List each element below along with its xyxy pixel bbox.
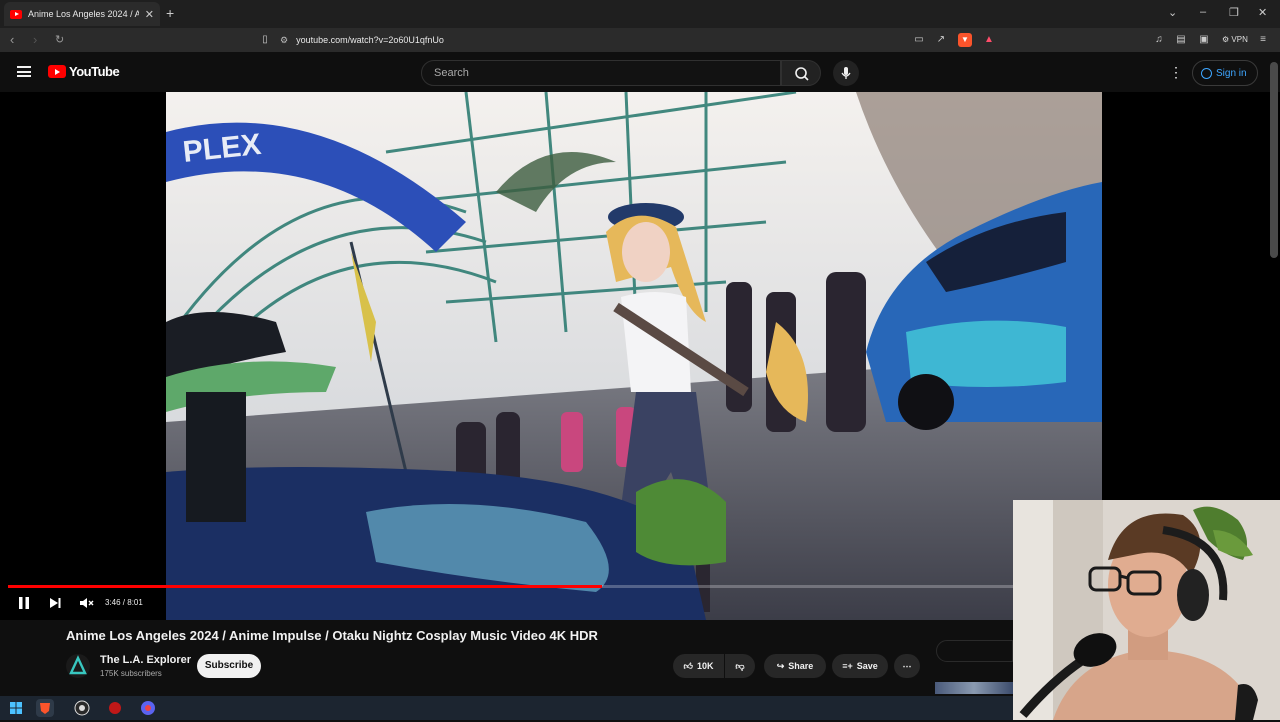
vpn-label: VPN xyxy=(1231,35,1248,44)
related-chip[interactable] xyxy=(936,640,1013,662)
browser-tab-strip: Anime Los Angeles 2024 / Anim ✕ + ⌄ – ❐ … xyxy=(0,0,1280,28)
brave-browser-icon xyxy=(40,703,50,714)
video-title: Anime Los Angeles 2024 / Anime Impulse /… xyxy=(66,628,598,643)
more-actions-button[interactable]: ⋯ xyxy=(894,654,920,678)
pause-icon[interactable] xyxy=(16,595,32,611)
youtube-masthead: YouTube Search ⋮ Sign in xyxy=(0,52,1280,92)
sign-in-label: Sign in xyxy=(1216,67,1247,79)
thumbs-up-icon: 👍︎ xyxy=(683,660,693,671)
person-icon xyxy=(1201,67,1212,79)
share-page-icon[interactable]: ↗ xyxy=(934,33,948,47)
save-label: Save xyxy=(856,661,878,671)
mic-icon xyxy=(841,67,851,79)
tab-close-icon[interactable]: ✕ xyxy=(145,8,154,21)
dislike-button[interactable]: 👎︎ xyxy=(725,654,755,678)
thumbs-down-icon: 👎︎ xyxy=(735,660,745,671)
wallet-icon[interactable]: ▣ xyxy=(1197,33,1211,47)
video-frame[interactable]: PLEX xyxy=(166,92,1102,620)
recorder-icon xyxy=(109,702,121,714)
save-playlist-icon: ≡+ xyxy=(842,661,853,671)
window-close-icon[interactable]: ✕ xyxy=(1258,6,1267,19)
browser-tab-active[interactable]: Anime Los Angeles 2024 / Anim ✕ xyxy=(4,2,160,26)
related-thumbnail[interactable] xyxy=(935,682,1013,694)
minimize-icon[interactable]: – xyxy=(1200,6,1206,18)
more-horizontal-icon: ⋯ xyxy=(902,660,912,671)
taskbar-app-blue[interactable] xyxy=(139,699,157,717)
search-button[interactable] xyxy=(781,60,821,86)
browser-toolbar: ‹ › ↻ ▯ ⚙ youtube.com/watch?v=2o60U1qfnU… xyxy=(0,28,1280,52)
reload-icon[interactable]: ↻ xyxy=(55,33,64,46)
brave-rewards-icon[interactable]: ▲ xyxy=(982,33,996,47)
youtube-logo-icon[interactable] xyxy=(48,65,66,78)
share-button[interactable]: ↪ Share xyxy=(764,654,826,678)
url-text: youtube.com/watch?v=2o60U1qfnUo xyxy=(296,35,444,45)
search-input[interactable]: Search xyxy=(421,60,781,86)
time-display: 3:46 / 8:01 xyxy=(105,598,143,607)
next-icon[interactable] xyxy=(47,595,63,611)
sign-in-button[interactable]: Sign in xyxy=(1192,60,1258,86)
tab-title: Anime Los Angeles 2024 / Anim xyxy=(28,9,139,19)
tab-list-chevron-icon[interactable]: ⌄ xyxy=(1168,6,1177,19)
vpn-button[interactable]: ⚙ VPN xyxy=(1222,35,1248,44)
taskbar-app-red[interactable] xyxy=(106,699,124,717)
guide-menu-icon[interactable] xyxy=(17,66,31,77)
channel-logo-icon xyxy=(69,655,87,675)
channel-name[interactable]: The L.A. Explorer xyxy=(100,654,191,666)
search-icon xyxy=(795,67,809,81)
new-tab-icon[interactable]: + xyxy=(166,5,174,21)
save-button[interactable]: ≡+ Save xyxy=(832,654,888,678)
share-icon: ↪ xyxy=(776,660,785,671)
messenger-icon xyxy=(141,701,155,715)
settings-kebab-icon[interactable]: ⋮ xyxy=(1169,64,1183,81)
like-count: 10K xyxy=(696,661,714,671)
youtube-wordmark[interactable]: YouTube xyxy=(69,64,120,79)
webcam-feed xyxy=(1013,500,1280,720)
sidebar-icon[interactable]: ▤ xyxy=(1174,33,1188,47)
progress-played xyxy=(8,585,603,588)
maximize-icon[interactable]: ❐ xyxy=(1229,6,1239,19)
volume-muted-icon[interactable] xyxy=(78,595,94,611)
share-label: Share xyxy=(788,661,814,671)
youtube-favicon-icon xyxy=(10,9,22,19)
brave-shields-icon[interactable]: ▼ xyxy=(958,33,972,47)
subscribe-button[interactable]: Subscribe xyxy=(197,654,261,678)
forward-icon[interactable]: › xyxy=(33,32,37,47)
os-taskbar xyxy=(0,696,1013,720)
cast-icon[interactable]: ▭ xyxy=(912,33,926,47)
taskbar-obs[interactable] xyxy=(73,699,91,717)
taskbar-brave[interactable] xyxy=(36,699,54,717)
browser-menu-icon[interactable]: ≡ xyxy=(1256,33,1270,47)
back-icon[interactable]: ‹ xyxy=(10,32,14,47)
obs-icon xyxy=(74,700,90,716)
url-field[interactable]: ⚙ youtube.com/watch?v=2o60U1qfnUo xyxy=(280,31,1000,49)
channel-avatar[interactable] xyxy=(66,654,90,678)
voice-search-button[interactable] xyxy=(833,60,859,86)
windows-start-icon[interactable] xyxy=(10,702,22,714)
bookmark-icon[interactable]: ▯ xyxy=(258,33,272,47)
video-scene: PLEX xyxy=(166,92,1102,620)
webcam-overlay xyxy=(1013,500,1280,720)
site-info-icon[interactable]: ⚙ xyxy=(280,35,288,46)
subscriber-count: 175K subscribers xyxy=(100,669,162,678)
like-button[interactable]: 👍︎ 10K xyxy=(673,654,724,678)
media-icon[interactable]: ♫ xyxy=(1152,33,1166,47)
page-scrollbar[interactable] xyxy=(1270,62,1278,258)
